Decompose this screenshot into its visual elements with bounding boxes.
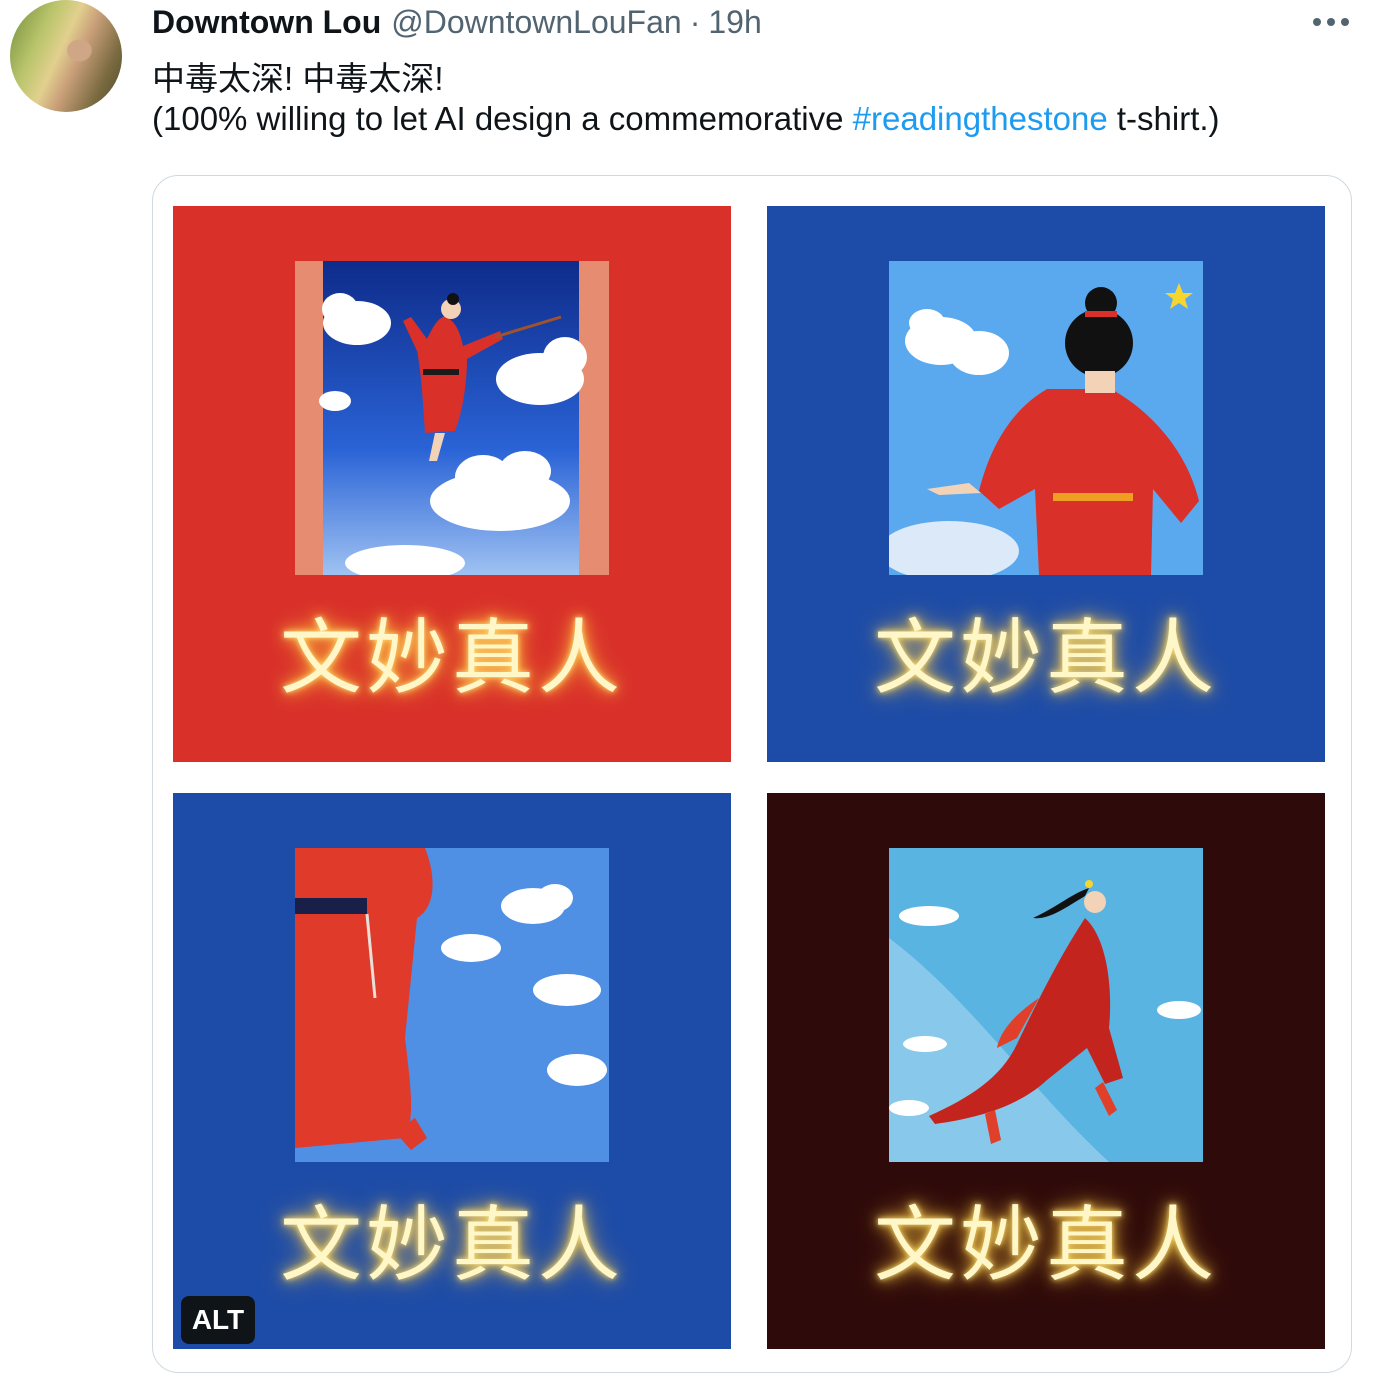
- tweet-text: (100% willing to let AI design a commemo…: [152, 100, 853, 137]
- media-image-1[interactable]: 文妙真人: [173, 206, 731, 762]
- image-caption: 文妙真人: [279, 611, 624, 706]
- media-image-2[interactable]: 文妙真人: [767, 206, 1325, 762]
- illustration-figure-back-view: [889, 261, 1203, 575]
- author-handle[interactable]: @DowntownLouFan: [391, 4, 681, 41]
- avatar[interactable]: [10, 0, 122, 112]
- illustration-ascending-figure: [889, 848, 1203, 1162]
- separator-dot: ·: [689, 3, 701, 40]
- tweet-timestamp[interactable]: 19h: [708, 4, 761, 41]
- image-caption: 文妙真人: [873, 1198, 1218, 1293]
- tweet-text-line2: (100% willing to let AI design a commemo…: [152, 100, 1220, 138]
- hashtag-link[interactable]: #readingthestone: [853, 100, 1108, 137]
- alt-text-badge[interactable]: ALT: [181, 1296, 255, 1344]
- media-image-3[interactable]: 文妙真人 ALT: [173, 793, 731, 1349]
- illustration-robe-closeup: [295, 848, 609, 1162]
- tweet-header: Downtown Lou @DowntownLouFan · 19h: [152, 2, 762, 42]
- image-caption: 文妙真人: [873, 611, 1218, 706]
- more-options-button[interactable]: [1308, 2, 1354, 42]
- media-image-4[interactable]: 文妙真人: [767, 793, 1325, 1349]
- tweet-text-line1: 中毒太深! 中毒太深!: [152, 60, 444, 97]
- media-grid: 文妙真人 文妙真人 文妙真人 ALT 文妙真人: [152, 175, 1352, 1373]
- tweet-text: t-shirt.): [1107, 100, 1220, 137]
- illustration-flying-figure: [295, 261, 609, 575]
- more-horizontal-icon: [1313, 18, 1349, 26]
- image-caption: 文妙真人: [279, 1198, 624, 1293]
- author-name[interactable]: Downtown Lou: [152, 4, 381, 41]
